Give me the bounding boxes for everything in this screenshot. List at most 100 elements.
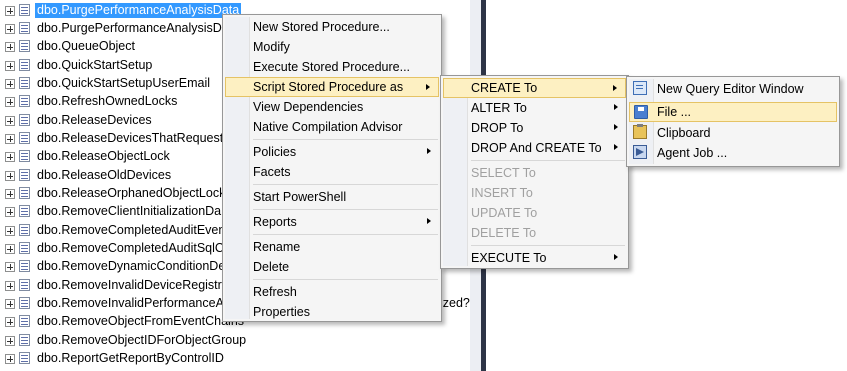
menu-item-modify[interactable]: Modify xyxy=(225,37,439,57)
expand-icon[interactable] xyxy=(5,317,15,327)
menu-item-start-powershell[interactable]: Start PowerShell xyxy=(225,187,439,207)
menu-item-policies[interactable]: Policies xyxy=(225,142,439,162)
expand-icon[interactable] xyxy=(5,281,15,291)
overflow-text: ized? xyxy=(440,296,470,310)
menu-separator xyxy=(253,209,438,210)
menu-item-facets[interactable]: Facets xyxy=(225,162,439,182)
menu-separator xyxy=(253,234,438,235)
menu-item-reports[interactable]: Reports xyxy=(225,212,439,232)
menu-item-drop-and-create-to[interactable]: DROP And CREATE To xyxy=(443,138,626,158)
menu-item-label: CREATE To xyxy=(471,81,538,95)
menu-item-alter-to[interactable]: ALTER To xyxy=(443,98,626,118)
menu-item-label: Execute Stored Procedure... xyxy=(253,60,411,74)
stored-procedure-icon xyxy=(19,315,30,327)
menu-item-new-query-editor-window[interactable]: New Query Editor Window xyxy=(629,79,837,99)
menu-item-label: INSERT To xyxy=(471,186,533,200)
menu-item-file[interactable]: File ... xyxy=(629,102,837,122)
menu-item-execute-stored-procedure[interactable]: Execute Stored Procedure... xyxy=(225,57,439,77)
expand-icon[interactable] xyxy=(5,97,15,107)
stored-procedure-icon xyxy=(19,40,30,52)
tree-row-label: dbo.ReleaseDevices xyxy=(37,113,152,127)
expand-icon[interactable] xyxy=(5,189,15,199)
menu-item-drop-to[interactable]: DROP To xyxy=(443,118,626,138)
menu-item-view-dependencies[interactable]: View Dependencies xyxy=(225,97,439,117)
tree-row-label: dbo.RemoveObjectFromEventChains xyxy=(37,314,245,328)
tree-row-label: dbo.RemoveDynamicConditionDe xyxy=(37,259,226,273)
menu-separator xyxy=(253,139,438,140)
expand-icon[interactable] xyxy=(5,6,15,16)
tree-row-label: dbo.ReleaseDevicesThatRequeste xyxy=(37,131,231,145)
query-window-icon xyxy=(633,81,647,95)
expand-icon[interactable] xyxy=(5,24,15,34)
menu-item-label: EXECUTE To xyxy=(471,251,547,265)
menu-item-label: DROP To xyxy=(471,121,524,135)
menu-item-agent-job[interactable]: Agent Job ... xyxy=(629,143,837,163)
menu-item-new-stored-procedure[interactable]: New Stored Procedure... xyxy=(225,17,439,37)
expand-icon[interactable] xyxy=(5,79,15,89)
menu-item-create-to[interactable]: CREATE To xyxy=(443,78,626,98)
agent-job-icon xyxy=(633,145,647,159)
stored-procedure-icon xyxy=(19,95,30,107)
menu-item-properties[interactable]: Properties xyxy=(225,302,439,322)
tree-row-label: dbo.QueueObject xyxy=(37,39,135,53)
expand-icon[interactable] xyxy=(5,207,15,217)
menu-item-script-stored-procedure-as[interactable]: Script Stored Procedure as xyxy=(225,77,439,97)
menu-item-refresh[interactable]: Refresh xyxy=(225,282,439,302)
menu-item-label: Reports xyxy=(253,215,297,229)
tree-row-label: dbo.ReportGetReportByControlID xyxy=(37,351,224,365)
expand-icon[interactable] xyxy=(5,299,15,309)
menu-separator xyxy=(471,245,625,246)
menu-item-label: Modify xyxy=(253,40,290,54)
stored-procedure-icon xyxy=(19,279,30,291)
menu-item-clipboard[interactable]: Clipboard xyxy=(629,123,837,143)
expand-icon[interactable] xyxy=(5,116,15,126)
expand-icon[interactable] xyxy=(5,244,15,254)
context-menu: New Stored Procedure... Modify Execute S… xyxy=(222,14,442,322)
save-file-icon xyxy=(634,105,648,119)
stored-procedure-icon xyxy=(19,242,30,254)
submenu-arrow-icon xyxy=(427,218,431,224)
stored-procedure-icon xyxy=(19,114,30,126)
expand-icon[interactable] xyxy=(5,336,15,346)
stored-procedure-icon xyxy=(19,297,30,309)
menu-item-delete-to: DELETE To xyxy=(443,223,626,243)
tree-row-label: dbo.ReleaseOrphanedObjectLocks xyxy=(37,186,232,200)
menu-item-label: Clipboard xyxy=(657,126,711,140)
expand-icon[interactable] xyxy=(5,354,15,364)
menu-item-execute-to[interactable]: EXECUTE To xyxy=(443,248,626,268)
tree-row-label: dbo.RemoveObjectIDForObjectGroup xyxy=(37,333,247,347)
expand-icon[interactable] xyxy=(5,171,15,181)
menu-item-select-to: SELECT To xyxy=(443,163,626,183)
expand-icon[interactable] xyxy=(5,226,15,236)
menu-item-label: Native Compilation Advisor xyxy=(253,120,403,134)
submenu-arrow-icon xyxy=(426,84,430,90)
stored-procedure-icon xyxy=(19,59,30,71)
menu-item-label: Script Stored Procedure as xyxy=(253,80,404,94)
tree-row-label: dbo.PurgePerformanceAnalysisData xyxy=(37,21,240,35)
stored-procedure-icon xyxy=(19,132,30,144)
menu-item-rename[interactable]: Rename xyxy=(225,237,439,257)
stored-procedure-icon xyxy=(19,187,30,199)
menu-item-label: Policies xyxy=(253,145,297,159)
stored-procedure-icon xyxy=(19,260,30,272)
menu-item-native-compilation-advisor[interactable]: Native Compilation Advisor xyxy=(225,117,439,137)
submenu-arrow-icon xyxy=(614,124,618,130)
script-as-submenu: CREATE To ALTER To DROP To DROP And CREA… xyxy=(440,75,629,269)
submenu-arrow-icon xyxy=(614,254,618,260)
menu-item-label: Facets xyxy=(253,165,291,179)
expand-icon[interactable] xyxy=(5,262,15,272)
menu-item-insert-to: INSERT To xyxy=(443,183,626,203)
expand-icon[interactable] xyxy=(5,134,15,144)
menu-item-delete[interactable]: Delete xyxy=(225,257,439,277)
tree-row-label: dbo.RemoveCompletedAuditSqlC xyxy=(37,241,224,255)
expand-icon[interactable] xyxy=(5,152,15,162)
menu-item-label: File ... xyxy=(657,105,692,119)
expand-icon[interactable] xyxy=(5,61,15,71)
stored-procedure-icon xyxy=(19,22,30,34)
menu-separator xyxy=(253,184,438,185)
menu-item-label: New Stored Procedure... xyxy=(253,20,390,34)
stored-procedure-icon xyxy=(19,205,30,217)
tree-row-label: dbo.RemoveClientInitializationDa xyxy=(37,204,222,218)
expand-icon[interactable] xyxy=(5,42,15,52)
create-to-submenu: New Query Editor Window File ... Clipboa… xyxy=(626,76,840,167)
